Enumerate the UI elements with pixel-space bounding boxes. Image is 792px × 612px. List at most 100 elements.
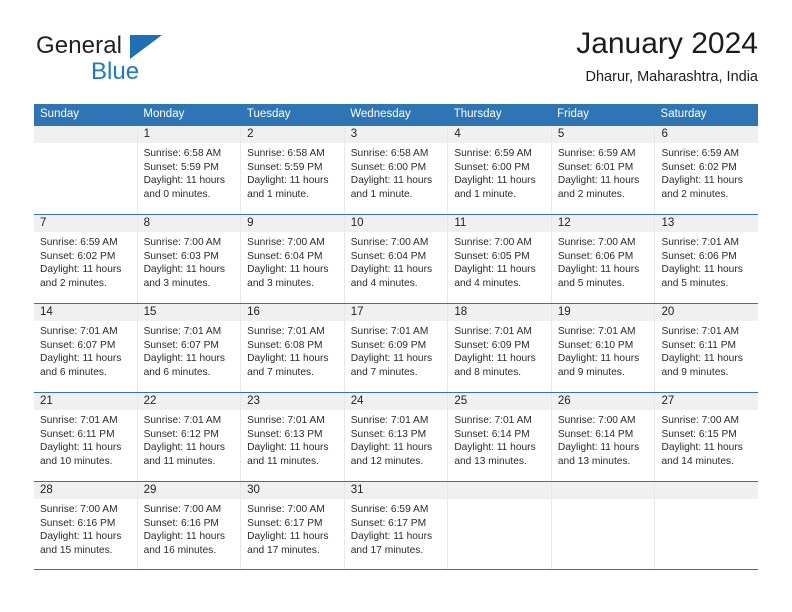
day-info: Sunrise: 6:59 AM Sunset: 6:02 PM Daylight:… [655,143,758,201]
weekday-header-sunday: Sunday [40,108,80,120]
sunrise-text: Sunrise: 6:59 AM [557,148,636,159]
weekday-header-thursday: Thursday [453,108,502,120]
day-cell[interactable]: 22 Sunrise: 7:01 AM Sunset: 6:12 PM Dayligh… [137,393,242,481]
daylight-text: Daylight: 11 hours and 10 minutes. [40,442,122,467]
day-cell[interactable]: 24 Sunrise: 7:01 AM Sunset: 6:13 PM Dayligh… [344,393,449,481]
day-number: 15 [137,304,241,321]
sunrise-text: Sunrise: 7:01 AM [247,415,325,426]
sunrise-text: Sunrise: 7:00 AM [143,504,222,515]
day-number [448,482,551,499]
day-cell[interactable]: 12 Sunrise: 7:00 AM Sunset: 6:06 PM Dayligh… [551,215,656,303]
day-number: 11 [448,215,551,232]
day-info: Sunrise: 7:01 AM Sunset: 6:06 PM Daylight:… [655,232,758,290]
sunrise-text: Sunrise: 7:01 AM [247,326,325,337]
sunrise-text: Sunrise: 7:00 AM [143,237,222,248]
day-number: 4 [448,126,551,143]
day-cell[interactable]: 31 Sunrise: 6:59 AM Sunset: 6:17 PM Dayligh… [344,482,449,569]
day-number: 25 [448,393,551,410]
daylight-text: Daylight: 11 hours and 9 minutes. [557,353,640,378]
day-cell[interactable]: 19 Sunrise: 7:01 AM Sunset: 6:10 PM Dayligh… [551,304,656,392]
sunrise-text: Sunrise: 6:58 AM [350,148,429,159]
day-number: 18 [448,304,551,321]
daylight-text: Daylight: 11 hours and 5 minutes. [557,264,640,289]
day-cell[interactable]: 29 Sunrise: 7:00 AM Sunset: 6:16 PM Dayligh… [137,482,242,569]
day-info: Sunrise: 7:00 AM Sunset: 6:16 PM Daylight:… [138,499,241,557]
sunset-text: Sunset: 6:04 PM [350,250,427,262]
day-cell[interactable]: 14 Sunrise: 7:01 AM Sunset: 6:07 PM Dayligh… [34,304,138,392]
day-cell[interactable]: 23 Sunrise: 7:01 AM Sunset: 6:13 PM Dayligh… [241,393,345,481]
sunrise-text: Sunrise: 7:01 AM [661,326,740,337]
day-cell[interactable]: 20 Sunrise: 7:01 AM Sunset: 6:11 PM Dayligh… [655,304,759,392]
sunrise-text: Sunrise: 7:00 AM [247,237,325,248]
daylight-text: Daylight: 11 hours and 15 minutes. [40,531,122,556]
day-info: Sunrise: 6:58 AM Sunset: 5:59 PM Daylight:… [241,143,344,201]
day-number: 10 [344,215,448,232]
day-cell[interactable]: 6 Sunrise: 6:59 AM Sunset: 6:02 PM Daylight… [655,126,759,214]
day-cell[interactable]: 27 Sunrise: 7:00 AM Sunset: 6:15 PM Dayligh… [655,393,759,481]
sunrise-text: Sunrise: 7:01 AM [454,326,532,337]
daylight-text: Daylight: 11 hours and 2 minutes. [40,264,122,289]
sunset-text: Sunset: 6:12 PM [143,428,219,440]
daylight-text: Daylight: 11 hours and 17 minutes. [350,531,433,556]
daylight-text: Daylight: 11 hours and 11 minutes. [143,442,225,467]
day-cell[interactable]: 3 Sunrise: 6:58 AM Sunset: 6:00 PM Daylight… [344,126,449,214]
day-info: Sunrise: 7:01 AM Sunset: 6:07 PM Daylight:… [138,321,241,379]
day-cell[interactable]: 30 Sunrise: 7:00 AM Sunset: 6:17 PM Dayligh… [241,482,345,569]
day-number: 20 [655,304,759,321]
day-cell[interactable]: 13 Sunrise: 7:01 AM Sunset: 6:06 PM Dayligh… [655,215,759,303]
page-subtitle: Dharur, Maharashtra, India [585,69,758,85]
day-info: Sunrise: 6:59 AM Sunset: 6:01 PM Daylight:… [552,143,655,201]
day-cell[interactable]: 16 Sunrise: 7:01 AM Sunset: 6:08 PM Dayligh… [241,304,345,392]
sunrise-text: Sunrise: 7:00 AM [40,504,118,515]
day-info: Sunrise: 7:00 AM Sunset: 6:04 PM Daylight:… [241,232,344,290]
day-info: Sunrise: 7:00 AM Sunset: 6:06 PM Daylight:… [552,232,655,290]
calendar-weeks: 1 Sunrise: 6:58 AM Sunset: 5:59 PM Daylight… [34,125,759,570]
day-cell[interactable]: 26 Sunrise: 7:00 AM Sunset: 6:14 PM Dayligh… [551,393,656,481]
day-number: 6 [655,126,759,143]
day-cell[interactable]: 28 Sunrise: 7:00 AM Sunset: 6:16 PM Dayligh… [34,482,138,569]
day-cell[interactable]: 25 Sunrise: 7:01 AM Sunset: 6:14 PM Dayligh… [448,393,552,481]
weekday-header-friday: Friday [557,108,590,120]
day-cell[interactable]: 17 Sunrise: 7:01 AM Sunset: 6:09 PM Dayligh… [344,304,449,392]
sunrise-text: Sunrise: 7:00 AM [661,415,740,426]
daylight-text: Daylight: 11 hours and 16 minutes. [143,531,225,556]
sunset-text: Sunset: 6:00 PM [454,161,530,173]
weekday-header-row: Sunday Monday Tuesday Wednesday Thursday Frid… [34,104,758,125]
day-cell[interactable]: 4 Sunrise: 6:59 AM Sunset: 6:00 PM Daylight… [448,126,552,214]
day-cell[interactable]: 21 Sunrise: 7:01 AM Sunset: 6:11 PM Dayligh… [34,393,138,481]
day-number: 31 [344,482,448,499]
sunset-text: Sunset: 6:04 PM [247,250,323,262]
sunrise-text: Sunrise: 7:01 AM [661,237,740,248]
brand-logo[interactable]: General Blue [34,32,254,94]
day-number: 29 [137,482,241,499]
daylight-text: Daylight: 11 hours and 2 minutes. [557,175,640,200]
day-cell[interactable]: 5 Sunrise: 6:59 AM Sunset: 6:01 PM Daylight… [551,126,656,214]
sunset-text: Sunset: 6:09 PM [350,339,427,351]
day-cell[interactable]: 10 Sunrise: 7:00 AM Sunset: 6:04 PM Dayligh… [344,215,449,303]
daylight-text: Daylight: 11 hours and 8 minutes. [454,353,536,378]
sunrise-text: Sunrise: 7:01 AM [40,326,118,337]
day-cell[interactable]: 15 Sunrise: 7:01 AM Sunset: 6:07 PM Dayligh… [137,304,242,392]
sunrise-text: Sunrise: 7:00 AM [350,237,429,248]
day-number [655,482,759,499]
sunrise-text: Sunrise: 7:01 AM [454,415,532,426]
sunset-text: Sunset: 6:08 PM [247,339,323,351]
day-cell[interactable]: 18 Sunrise: 7:01 AM Sunset: 6:09 PM Dayligh… [448,304,552,392]
day-number: 24 [344,393,448,410]
day-cell[interactable]: 1 Sunrise: 6:58 AM Sunset: 5:59 PM Daylight… [137,126,242,214]
day-cell[interactable]: 8 Sunrise: 7:00 AM Sunset: 6:03 PM Daylight… [137,215,242,303]
sunset-text: Sunset: 6:13 PM [350,428,427,440]
day-cell[interactable]: 11 Sunrise: 7:00 AM Sunset: 6:05 PM Dayligh… [448,215,552,303]
daylight-text: Daylight: 11 hours and 1 minute. [350,175,433,200]
day-cell[interactable]: 9 Sunrise: 7:00 AM Sunset: 6:04 PM Daylight… [241,215,345,303]
sunset-text: Sunset: 6:10 PM [557,339,634,351]
day-cell[interactable]: 7 Sunrise: 6:59 AM Sunset: 6:02 PM Daylight… [34,215,138,303]
sunset-text: Sunset: 6:06 PM [557,250,634,262]
daylight-text: Daylight: 11 hours and 13 minutes. [557,442,640,467]
sunrise-text: Sunrise: 7:01 AM [557,326,636,337]
daylight-text: Daylight: 11 hours and 0 minutes. [143,175,225,200]
day-number: 21 [34,393,137,410]
day-cell[interactable]: 2 Sunrise: 6:58 AM Sunset: 5:59 PM Daylight… [241,126,345,214]
sunset-text: Sunset: 6:15 PM [661,428,737,440]
triangle-icon [130,35,162,59]
